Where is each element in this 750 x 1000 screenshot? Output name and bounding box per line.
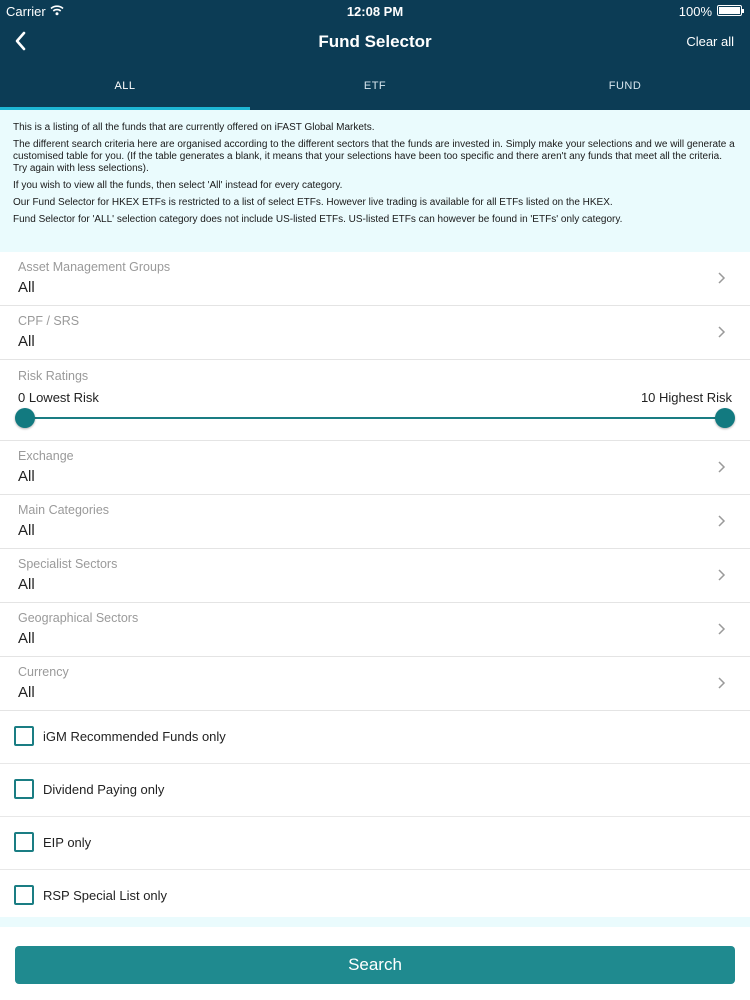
chevron-right-icon [718, 623, 726, 635]
filter-label: CPF / SRS [18, 314, 80, 328]
filter-label: Risk Ratings [18, 369, 89, 383]
chevron-right-icon [718, 515, 726, 527]
checkbox-dividend-paying[interactable]: Dividend Paying only [0, 764, 750, 817]
filter-value: All [18, 684, 35, 701]
filter-main-categories[interactable]: Main Categories All [0, 495, 750, 549]
chevron-right-icon [718, 326, 726, 338]
slider-min-handle[interactable] [15, 408, 35, 428]
filter-label: Asset Management Groups [18, 260, 171, 274]
info-paragraph: Our Fund Selector for HKEX ETFs is restr… [13, 197, 613, 208]
info-paragraph: If you wish to view all the funds, then … [13, 180, 343, 191]
status-bar: Carrier 12:08 PM 100% [0, 0, 750, 22]
checkbox[interactable] [14, 832, 34, 852]
filter-label: Exchange [18, 449, 74, 463]
checkbox-label: Dividend Paying only [43, 782, 165, 797]
filter-value: All [18, 279, 35, 296]
info-panel: This is a listing of all the funds that … [0, 110, 750, 252]
footer: Search [0, 917, 750, 1000]
tab-all[interactable]: ALL [0, 70, 250, 110]
tab-etf[interactable]: ETF [250, 70, 500, 110]
filter-exchange[interactable]: Exchange All [0, 441, 750, 495]
chevron-right-icon [718, 569, 726, 581]
filter-value: All [18, 468, 35, 485]
filter-list: Asset Management Groups All CPF / SRS Al… [0, 252, 750, 923]
header: Carrier 12:08 PM 100% Fund Selector Clea… [0, 0, 750, 110]
filter-value: All [18, 522, 35, 539]
info-paragraph: This is a listing of all the funds that … [13, 122, 375, 133]
checkbox-rsp-special[interactable]: RSP Special List only [0, 870, 750, 923]
chevron-right-icon [718, 677, 726, 689]
clock: 12:08 PM [346, 4, 404, 19]
info-paragraph: The different search criteria here are o… [13, 139, 735, 174]
chevron-right-icon [718, 272, 726, 284]
filter-label: Currency [18, 665, 69, 679]
clear-all-button[interactable]: Clear all [686, 34, 734, 49]
filter-cpf-srs[interactable]: CPF / SRS All [0, 306, 750, 360]
filter-asset-management-groups[interactable]: Asset Management Groups All [0, 252, 750, 306]
nav-bar: Fund Selector Clear all [0, 22, 750, 62]
checkbox-label: RSP Special List only [43, 888, 168, 903]
filter-geographical-sectors[interactable]: Geographical Sectors All [0, 603, 750, 657]
checkbox[interactable] [14, 779, 34, 799]
battery-icon [717, 5, 744, 16]
filter-label: Geographical Sectors [18, 611, 139, 625]
filter-specialist-sectors[interactable]: Specialist Sectors All [0, 549, 750, 603]
checkbox[interactable] [14, 726, 34, 746]
risk-ratings-slider: Risk Ratings 0 Lowest Risk 10 Highest Ri… [0, 360, 750, 441]
checkbox[interactable] [14, 885, 34, 905]
page-title: Fund Selector [318, 32, 432, 51]
filter-value: All [18, 630, 35, 647]
tab-bar: ALL ETF FUND [0, 70, 750, 110]
battery-percent: 100% [678, 4, 712, 19]
filter-currency[interactable]: Currency All [0, 657, 750, 711]
checkbox-label: EIP only [43, 835, 92, 850]
filter-value: All [18, 576, 35, 593]
checkbox-igm-recommended[interactable]: iGM Recommended Funds only [0, 711, 750, 764]
slider-track[interactable] [25, 417, 725, 419]
filter-label: Main Categories [18, 503, 110, 517]
slider-max-handle[interactable] [715, 408, 735, 428]
search-button[interactable]: Search [15, 946, 735, 984]
filter-label: Specialist Sectors [18, 557, 118, 571]
chevron-right-icon [718, 461, 726, 473]
info-paragraph: Fund Selector for 'ALL' selection catego… [13, 214, 623, 225]
risk-max-label: 10 Highest Risk [640, 390, 732, 405]
tab-fund[interactable]: FUND [500, 70, 750, 110]
risk-min-label: 0 Lowest Risk [18, 390, 99, 405]
checkbox-eip-only[interactable]: EIP only [0, 817, 750, 870]
checkbox-label: iGM Recommended Funds only [43, 729, 226, 744]
filter-value: All [18, 333, 35, 350]
